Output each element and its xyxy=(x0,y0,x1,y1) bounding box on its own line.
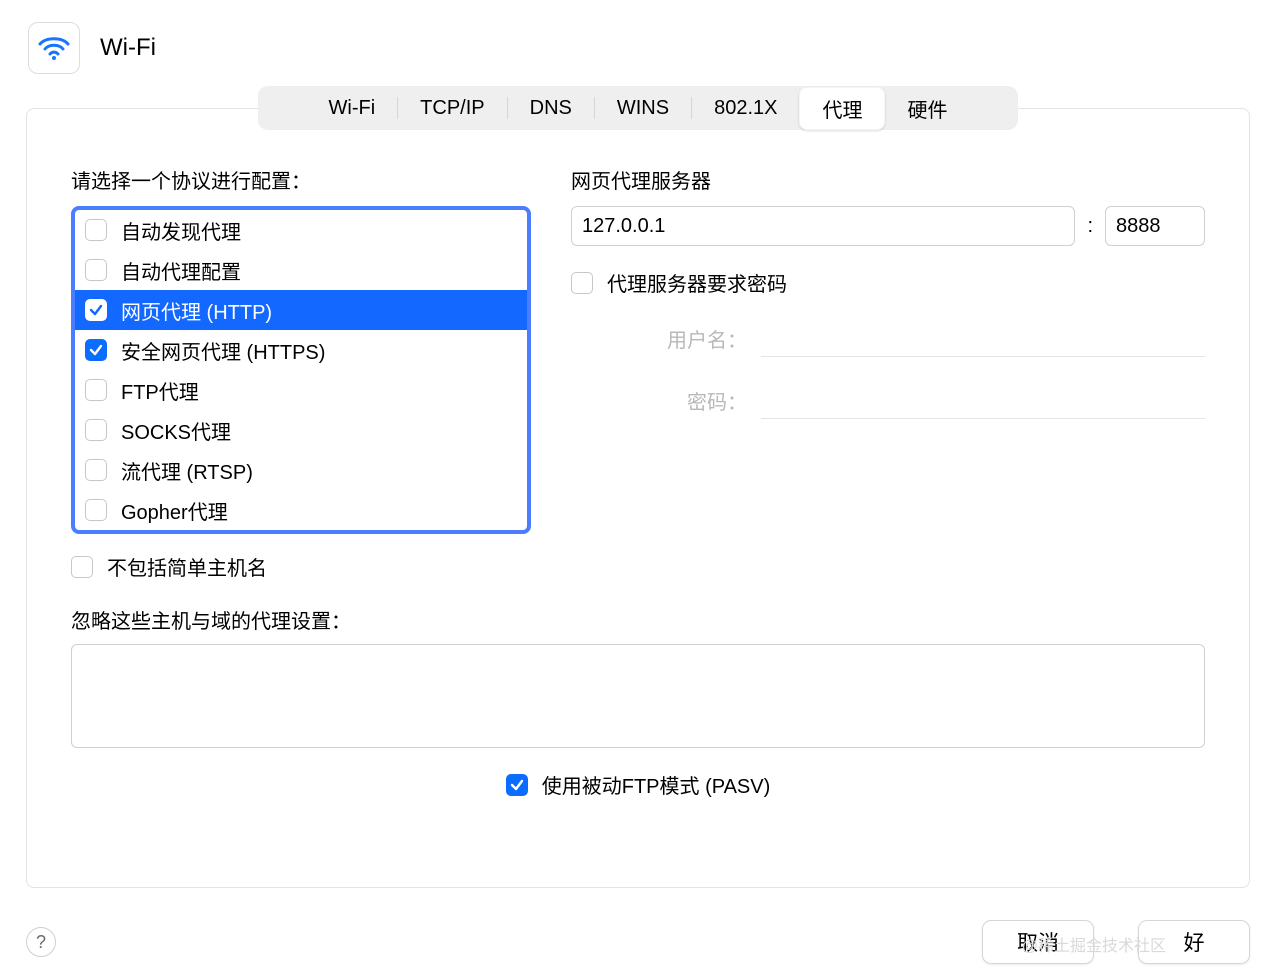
cancel-button[interactable]: 取消 xyxy=(982,920,1094,964)
window-title: Wi-Fi xyxy=(100,34,156,62)
tab-wins[interactable]: WINS xyxy=(595,91,691,126)
protocol-checkbox[interactable] xyxy=(85,219,107,241)
host-port-colon: : xyxy=(1087,215,1093,238)
tab-[interactable]: 硬件 xyxy=(885,88,969,129)
password-input xyxy=(761,381,1205,419)
pasv-label: 使用被动FTP模式 (PASV) xyxy=(542,770,771,799)
tab-tcpip[interactable]: TCP/IP xyxy=(398,91,506,126)
protocol-row[interactable]: 自动发现代理 xyxy=(75,210,527,250)
tab-dns[interactable]: DNS xyxy=(508,91,594,126)
protocol-checkbox[interactable] xyxy=(85,419,107,441)
protocol-row[interactable]: FTP代理 xyxy=(75,370,527,410)
protocol-checkbox[interactable] xyxy=(85,499,107,521)
protocol-label: SOCKS代理 xyxy=(121,416,231,445)
protocol-row[interactable]: 自动代理配置 xyxy=(75,250,527,290)
protocol-list[interactable]: 自动发现代理自动代理配置网页代理 (HTTP) 安全网页代理 (HTTPS) FTP… xyxy=(71,206,531,534)
protocol-label: FTP代理 xyxy=(121,376,199,405)
proxy-host-input[interactable] xyxy=(571,206,1075,246)
username-input xyxy=(761,319,1205,357)
protocol-checkbox[interactable] xyxy=(85,459,107,481)
protocol-checkbox[interactable] xyxy=(85,259,107,281)
protocol-label: 安全网页代理 (HTTPS) xyxy=(121,336,325,365)
tab-wifi[interactable]: Wi-Fi xyxy=(307,91,398,126)
protocol-checkbox[interactable] xyxy=(85,379,107,401)
auth-required-checkbox[interactable] xyxy=(571,272,593,294)
bypass-textarea[interactable] xyxy=(71,644,1205,748)
tab-bar: Wi-FiTCP/IPDNSWINS802.1X代理硬件 xyxy=(258,86,1018,130)
protocol-checkbox[interactable] xyxy=(85,299,107,321)
auth-required-label: 代理服务器要求密码 xyxy=(607,268,787,297)
protocol-label: 自动发现代理 xyxy=(121,216,241,245)
protocol-row[interactable]: SOCKS代理 xyxy=(75,410,527,450)
help-button[interactable]: ? xyxy=(26,927,56,957)
protocol-select-label: 请选择一个协议进行配置： xyxy=(71,165,531,194)
username-label: 用户名： xyxy=(581,324,761,353)
protocol-checkbox[interactable] xyxy=(85,339,107,361)
protocol-label: Gopher代理 xyxy=(121,496,228,525)
tab-8021x[interactable]: 802.1X xyxy=(692,91,799,126)
protocol-row[interactable]: Gopher代理 xyxy=(75,490,527,530)
proxy-panel: 请选择一个协议进行配置： 自动发现代理自动代理配置网页代理 (HTTP) 安全网页… xyxy=(26,108,1250,888)
protocol-label: 自动代理配置 xyxy=(121,256,241,285)
password-label: 密码： xyxy=(581,386,761,415)
protocol-row[interactable]: 安全网页代理 (HTTPS) xyxy=(75,330,527,370)
protocol-label: 网页代理 (HTTP) xyxy=(121,296,272,325)
exclude-simple-checkbox[interactable] xyxy=(71,556,93,578)
wifi-icon xyxy=(28,22,80,74)
bypass-label: 忽略这些主机与域的代理设置： xyxy=(71,605,1205,634)
protocol-label: 流代理 (RTSP) xyxy=(121,456,253,485)
ok-button[interactable]: 好 xyxy=(1138,920,1250,964)
protocol-row[interactable]: 流代理 (RTSP) xyxy=(75,450,527,490)
proxy-port-input[interactable] xyxy=(1105,206,1205,246)
protocol-row[interactable]: 网页代理 (HTTP) xyxy=(75,290,527,330)
pasv-checkbox[interactable] xyxy=(506,774,528,796)
exclude-simple-label: 不包括简单主机名 xyxy=(107,552,267,581)
server-label: 网页代理服务器 xyxy=(571,165,1205,194)
tab-[interactable]: 代理 xyxy=(799,87,885,130)
